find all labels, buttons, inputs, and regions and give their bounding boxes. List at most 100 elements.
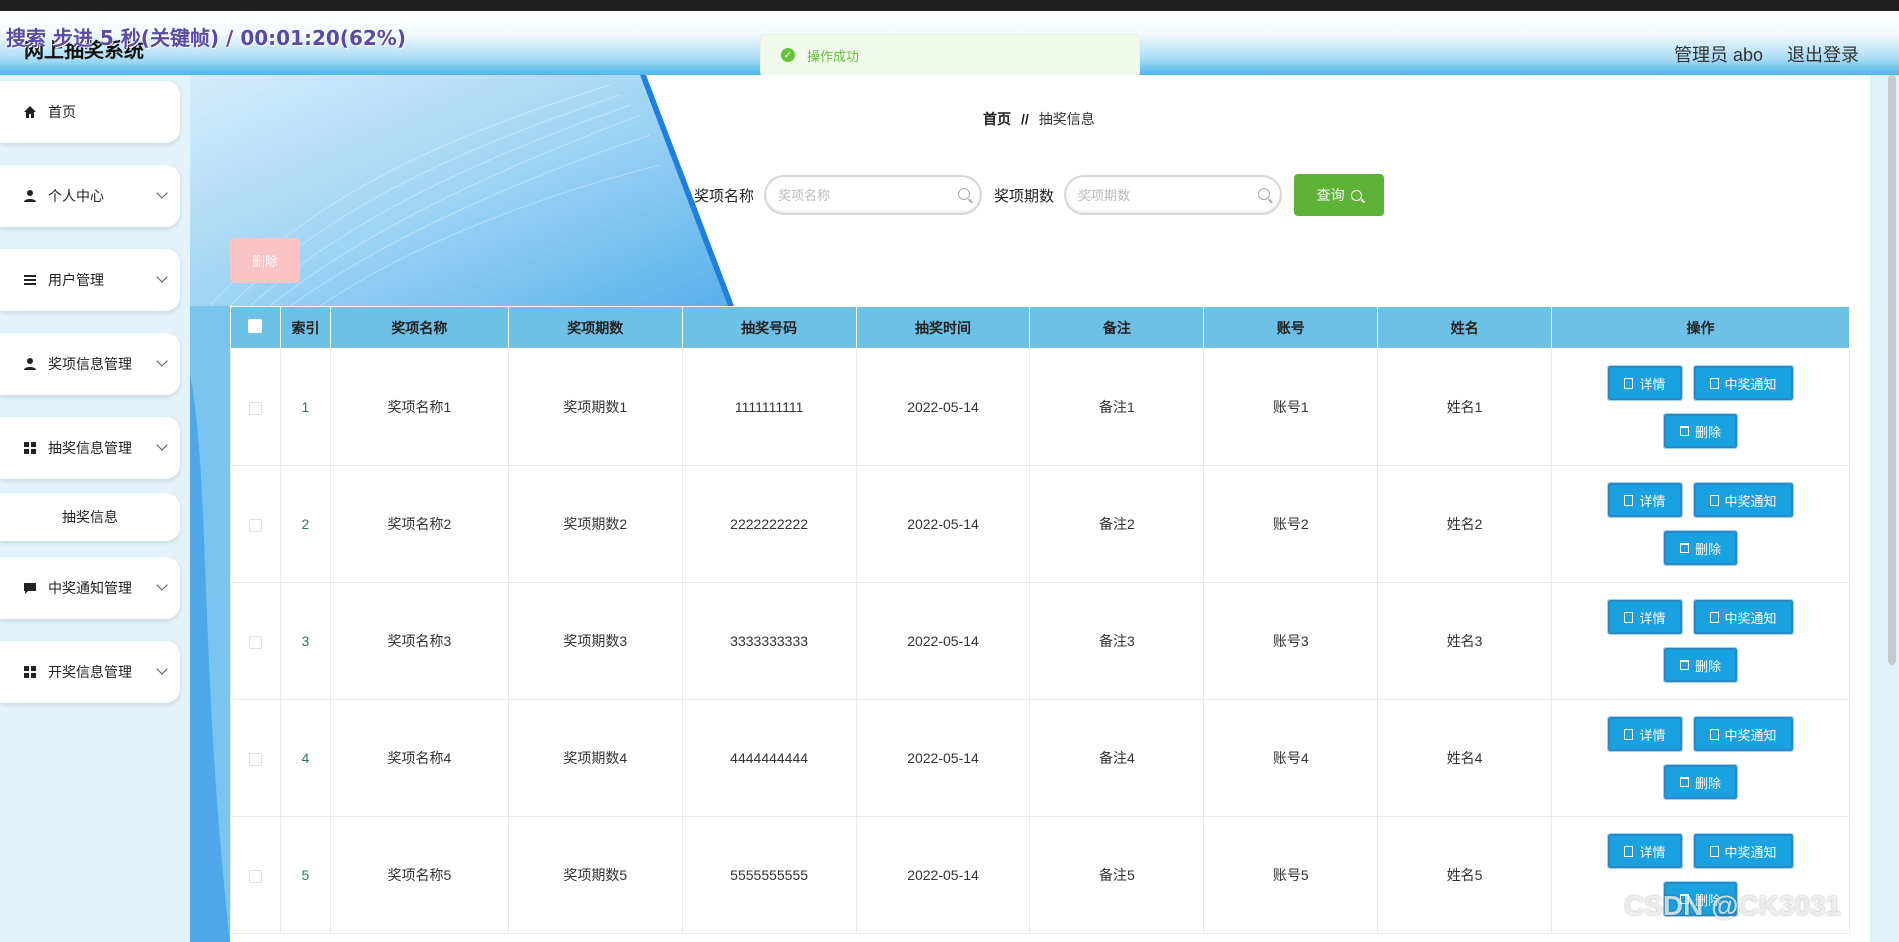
- query-button[interactable]: 查询: [1294, 174, 1385, 216]
- sidebar-item-personal[interactable]: 个人中心: [0, 165, 180, 227]
- win-notice-label: 中奖通知: [1724, 610, 1777, 626]
- sidebar-item-draw-info[interactable]: 开奖信息管理: [0, 641, 180, 703]
- prize-period-cell: 奖项期数4: [507, 699, 683, 817]
- remark-cell: 备注4: [1029, 699, 1205, 817]
- search-icon: [1258, 188, 1271, 200]
- column-header: 操作: [1551, 306, 1850, 349]
- sidebar-item-label: 用户管理: [48, 272, 104, 288]
- search-icon: [958, 188, 971, 200]
- sidebar-item-home[interactable]: 首页: [0, 81, 180, 143]
- detail-label: 详情: [1639, 376, 1666, 392]
- select-all-cell[interactable]: [230, 306, 281, 349]
- prize-name-field: [764, 175, 983, 215]
- win-notice-label: 中奖通知: [1724, 844, 1777, 860]
- win-notice-label: 中奖通知: [1724, 493, 1777, 509]
- prize-name-cell: 奖项名称5: [329, 816, 509, 934]
- row-select-cell[interactable]: [230, 582, 281, 700]
- win-notice-button[interactable]: 中奖通知: [1692, 716, 1794, 752]
- actions-cell: 详情 中奖通知 删除: [1551, 582, 1850, 700]
- account-cell: 账号1: [1203, 348, 1379, 466]
- lottery-number-cell: 1111111111: [681, 348, 857, 466]
- trash-icon: [1679, 543, 1689, 553]
- row-checkbox[interactable]: [248, 869, 262, 883]
- select-all-checkbox[interactable]: [248, 319, 263, 333]
- message-icon: [22, 580, 38, 596]
- win-notice-label: 中奖通知: [1724, 376, 1777, 392]
- prize-name-input[interactable]: [766, 177, 947, 213]
- table-header-row: 索引 奖项名称 奖项期数 抽奖号码 抽奖时间 备注 账号 姓名 操作: [230, 306, 1850, 349]
- sidebar-item-label: 开奖信息管理: [48, 664, 132, 680]
- sidebar-item-label: 中奖通知管理: [48, 580, 132, 596]
- toast-message: 操作成功: [807, 48, 860, 64]
- sidebar-item-label: 奖项信息管理: [48, 356, 132, 372]
- row-select-cell[interactable]: [230, 348, 281, 466]
- breadcrumb-current: 抽奖信息: [1038, 111, 1095, 127]
- account-cell: 账号3: [1203, 582, 1379, 700]
- detail-label: 详情: [1639, 727, 1666, 743]
- row-checkbox[interactable]: [248, 752, 262, 766]
- actions-cell: 详情 中奖通知 删除: [1551, 699, 1850, 817]
- row-select-cell[interactable]: [230, 816, 281, 934]
- table-row: 1 奖项名称1 奖项期数1 1111111111 2022-05-14 备注1 账号1 姓名1…: [230, 348, 1850, 466]
- win-notice-button[interactable]: 中奖通知: [1692, 482, 1794, 518]
- chevron-down-icon: [156, 187, 168, 199]
- prize-period-cell: 奖项期数3: [507, 582, 683, 700]
- logout-link[interactable]: 退出登录: [1787, 41, 1859, 67]
- detail-button[interactable]: 详情: [1607, 716, 1683, 752]
- sidebar-item-lottery-info-mgmt[interactable]: 抽奖信息管理: [0, 417, 180, 479]
- breadcrumb-separator: //: [1021, 111, 1029, 127]
- name-cell: 姓名5: [1377, 816, 1553, 934]
- delete-button[interactable]: 删除: [1662, 530, 1739, 566]
- lottery-time-cell: 2022-05-14: [855, 699, 1031, 817]
- document-icon: [1709, 845, 1719, 857]
- sidebar-item-prize-info[interactable]: 奖项信息管理: [0, 333, 180, 395]
- row-select-cell[interactable]: [230, 465, 281, 583]
- document-icon: [1709, 494, 1719, 506]
- delete-label: 删除: [1694, 658, 1721, 674]
- row-select-cell[interactable]: [230, 699, 281, 817]
- prize-name-label: 奖项名称: [694, 187, 755, 205]
- user-label[interactable]: 管理员 abo: [1674, 41, 1763, 67]
- name-cell: 姓名2: [1377, 465, 1553, 583]
- win-notice-label: 中奖通知: [1724, 727, 1777, 743]
- sidebar-item-users[interactable]: 用户管理: [0, 249, 180, 311]
- win-notice-button[interactable]: 中奖通知: [1692, 365, 1794, 401]
- batch-delete-button[interactable]: 删除: [230, 238, 300, 283]
- prize-period-field: [1064, 175, 1283, 215]
- remark-cell: 备注3: [1029, 582, 1205, 700]
- sidebar-item-label: 抽奖信息: [62, 509, 118, 525]
- delete-label: 删除: [1694, 541, 1721, 557]
- column-header: 抽奖时间: [855, 306, 1031, 349]
- delete-button[interactable]: 删除: [1662, 413, 1739, 449]
- detail-button[interactable]: 详情: [1607, 365, 1683, 401]
- chevron-down-icon: [156, 579, 168, 591]
- lottery-time-cell: 2022-05-14: [855, 816, 1031, 934]
- actions-cell: 详情 中奖通知 删除: [1551, 465, 1850, 583]
- delete-button[interactable]: 删除: [1662, 764, 1739, 800]
- detail-label: 详情: [1639, 493, 1666, 509]
- scrollbar[interactable]: [1888, 75, 1896, 665]
- detail-button[interactable]: 详情: [1607, 599, 1683, 635]
- lottery-number-cell: 4444444444: [681, 699, 857, 817]
- prize-period-cell: 奖项期数1: [507, 348, 683, 466]
- row-checkbox[interactable]: [248, 401, 262, 415]
- table-row: 5 奖项名称5 奖项期数5 5555555555 2022-05-14 备注5 账号5 姓名5…: [230, 816, 1850, 934]
- row-checkbox[interactable]: [248, 518, 262, 532]
- detail-button[interactable]: 详情: [1607, 482, 1683, 518]
- prize-period-label: 奖项期数: [994, 187, 1055, 205]
- delete-button[interactable]: 删除: [1662, 647, 1739, 683]
- prize-name-cell: 奖项名称2: [329, 465, 509, 583]
- scrollbar-thumb[interactable]: [1888, 75, 1896, 665]
- row-checkbox[interactable]: [248, 635, 262, 649]
- sidebar-item-win-notice[interactable]: 中奖通知管理: [0, 557, 180, 619]
- lottery-number-cell: 5555555555: [681, 816, 857, 934]
- trash-icon: [1679, 426, 1689, 436]
- document-icon: [1709, 728, 1719, 740]
- grid-icon: [22, 440, 38, 456]
- win-notice-button[interactable]: 中奖通知: [1692, 599, 1794, 635]
- sidebar-subitem-lottery-info[interactable]: 抽奖信息: [0, 493, 180, 541]
- detail-button[interactable]: 详情: [1607, 833, 1683, 869]
- breadcrumb-home[interactable]: 首页: [983, 109, 1011, 129]
- prize-period-input[interactable]: [1066, 177, 1247, 213]
- win-notice-button[interactable]: 中奖通知: [1692, 833, 1794, 869]
